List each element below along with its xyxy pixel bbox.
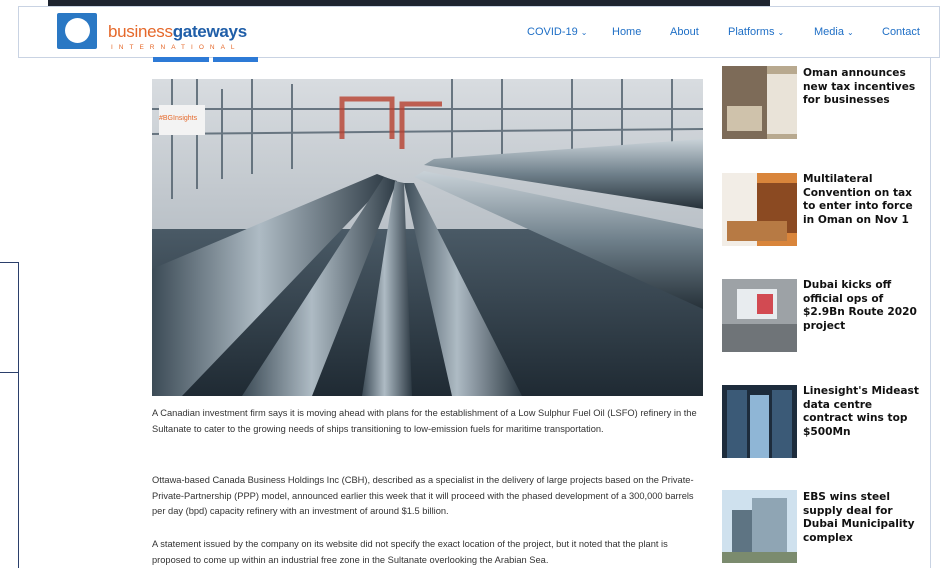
nav-about[interactable]: About [670, 26, 699, 38]
brand-part-1: business [108, 22, 173, 41]
nav-label: Media [814, 26, 844, 38]
nav-media[interactable]: Media ⌄ [814, 26, 854, 38]
sidebar-item-title[interactable]: EBS wins steel supply deal for Dubai Mun… [803, 491, 925, 545]
nav-platforms[interactable]: Platforms ⌄ [728, 26, 784, 38]
nav-label: About [670, 26, 699, 38]
nav-label: Contact [882, 26, 920, 38]
image-badge: #BGInsights [159, 115, 198, 122]
chevron-down-icon: ⌄ [777, 28, 785, 37]
nav-covid[interactable]: COVID-19 ⌄ [527, 26, 587, 38]
nav-label: Platforms [728, 26, 775, 38]
article-paragraph: A Canadian investment firm says it is mo… [152, 408, 697, 434]
sidebar-thumbnail[interactable] [722, 66, 797, 139]
nav-contact[interactable]: Contact [882, 26, 920, 38]
chevron-down-icon: ⌄ [846, 28, 854, 37]
logo-icon[interactable] [57, 13, 97, 49]
article-hero-image: #BGInsights [152, 79, 703, 396]
share-button-facebook[interactable] [153, 57, 209, 62]
window-right-border [930, 6, 931, 568]
nav-label: Home [612, 26, 642, 38]
sidebar-item-title[interactable]: Linesight's Mideast data centre contract… [803, 385, 925, 439]
share-button-twitter[interactable] [213, 57, 258, 62]
sidebar-thumbnail[interactable] [722, 490, 797, 563]
sidebar-thumbnail[interactable] [722, 173, 797, 246]
sidebar-thumbnail[interactable] [722, 385, 797, 458]
chevron-down-icon: ⌄ [580, 28, 588, 37]
article-paragraph: A statement issued by the company on its… [152, 539, 668, 565]
nav-label: COVID-19 [527, 26, 578, 38]
sidebar-thumbnail[interactable] [722, 279, 797, 352]
brand-subtitle: INTERNATIONAL [111, 44, 241, 51]
sidebar-item-title[interactable]: Dubai kicks off official ops of $2.9Bn R… [803, 279, 925, 333]
nav-home[interactable]: Home [612, 26, 641, 38]
brand-part-2: gateways [172, 22, 247, 41]
background-frame-line [0, 262, 18, 263]
background-frame-line [0, 372, 18, 373]
brand-wordmark[interactable]: businessgateways [108, 22, 247, 42]
background-frame-line [18, 262, 19, 568]
sidebar-item-title[interactable]: Multilateral Convention on tax to enter … [803, 173, 925, 227]
sidebar-item-title[interactable]: Oman announces new tax incentives for bu… [803, 67, 925, 108]
site-header: businessgateways INTERNATIONAL COVID-19 ⌄… [18, 6, 940, 58]
article-paragraph: Ottawa-based Canada Business Holdings In… [152, 475, 694, 516]
